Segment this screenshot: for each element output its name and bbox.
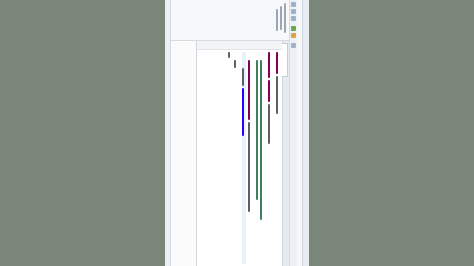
tree-item[interactable] [276, 9, 278, 31]
tree-item[interactable] [284, 3, 286, 33]
code-line [268, 52, 270, 78]
console-panel[interactable] [170, 41, 197, 266]
print-icon[interactable] [291, 16, 296, 21]
code-line [268, 104, 270, 144]
new-icon[interactable] [291, 2, 296, 7]
code-line [242, 68, 244, 86]
editor-tab[interactable] [282, 43, 288, 77]
editor-tab-strip [282, 41, 289, 266]
code-line [228, 52, 230, 58]
code-line [248, 60, 250, 120]
screenshot-frame [165, 0, 309, 266]
tree-item[interactable] [280, 6, 282, 30]
code-string [242, 88, 244, 136]
code-line [276, 52, 278, 74]
menu-bar[interactable] [297, 0, 302, 266]
code-comment [260, 60, 262, 220]
title-bar [302, 0, 309, 266]
left-background [0, 0, 165, 266]
status-bar [165, 0, 171, 266]
ide-window [165, 0, 309, 266]
save-icon[interactable] [291, 9, 296, 14]
code-line [234, 60, 236, 68]
code-line [268, 80, 270, 102]
debug-icon[interactable] [291, 33, 296, 38]
toolbar [289, 0, 297, 266]
search-icon[interactable] [291, 43, 296, 48]
package-explorer[interactable] [165, 0, 289, 41]
right-background [309, 0, 474, 266]
code-line [248, 122, 250, 212]
code-comment [256, 60, 258, 200]
run-icon[interactable] [291, 26, 296, 31]
code-line [276, 76, 278, 114]
